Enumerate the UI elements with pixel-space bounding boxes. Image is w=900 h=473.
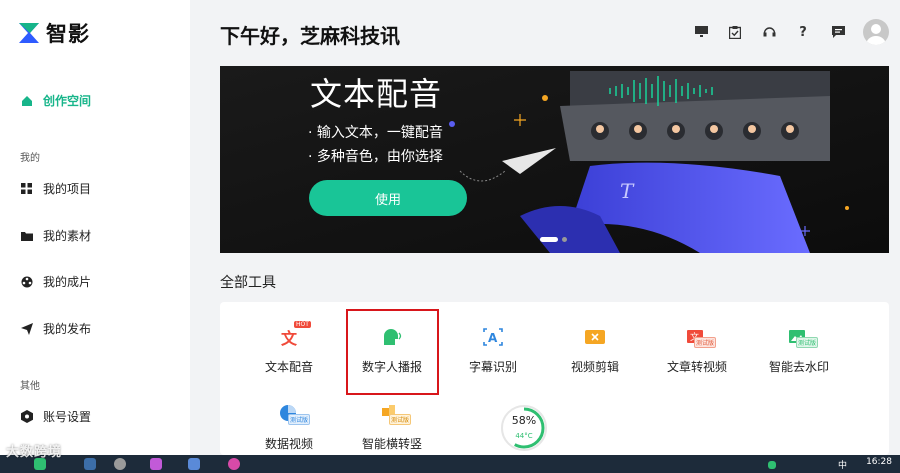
sidebar-item-label: 我的成片 [43, 275, 92, 289]
performance-gauge-widget[interactable]: 58% 44°C [500, 404, 548, 452]
sidebar-item-label: 我的项目 [43, 182, 92, 196]
folder-icon [20, 229, 33, 242]
landscape-to-portrait-icon: 测试版 [377, 401, 412, 427]
banner-feature-1: · 输入文本，一键配音 [308, 125, 443, 141]
tool-subtitle-recognition[interactable]: A 字幕识别 [448, 324, 538, 375]
banner-carousel-dots[interactable] [540, 237, 567, 242]
tray-icon[interactable] [768, 461, 776, 469]
message-icon[interactable] [830, 24, 846, 40]
send-icon [20, 322, 33, 335]
hot-badge: HOT [294, 321, 311, 328]
tool-label: 数据视频 [264, 437, 313, 451]
banner-title: 文本配音 [310, 75, 443, 113]
tool-text-voice[interactable]: 文 HOT 文本配音 [244, 321, 334, 375]
banner-use-button[interactable]: 使用 [309, 180, 467, 216]
home-icon [20, 94, 33, 107]
tool-article-to-video[interactable]: 文 测试版 文章转视频 [652, 324, 742, 375]
clipboard-icon[interactable] [727, 24, 743, 40]
app-logo[interactable]: 智影 [18, 18, 90, 48]
watermark: 大数跨境 [6, 445, 63, 460]
beta-badge: 测试版 [288, 414, 311, 425]
carousel-dot[interactable] [562, 237, 567, 242]
sidebar-item-label: 我的素材 [43, 229, 92, 243]
app-taskbar-icon-3[interactable] [188, 458, 200, 470]
app-name: 智影 [46, 22, 90, 46]
browser-taskbar-icon[interactable] [228, 458, 240, 470]
sidebar-item-label: 我的发布 [43, 322, 92, 336]
tool-label: 文章转视频 [666, 360, 727, 374]
tools-section-title: 全部工具 [220, 275, 276, 291]
highlight-annotation-box [346, 309, 439, 395]
banner-feature-2: · 多种音色，由你选择 [308, 149, 443, 165]
sidebar-item-create-space[interactable]: 创作空间 [20, 92, 91, 109]
film-reel-icon [20, 275, 33, 288]
taskbar-clock: 16:28 [866, 457, 892, 467]
tool-data-video[interactable]: 测试版 数据视频 [244, 401, 334, 452]
folder-taskbar-icon[interactable] [84, 458, 96, 470]
text-voice-icon: 文 HOT [280, 321, 311, 348]
gauge-percent: 58% [511, 414, 537, 427]
sidebar: 智影 创作空间 我的 我的项目 我的素材 我的成片 我的发布 其他 账号设置 [0, 0, 190, 455]
app-taskbar-icon[interactable] [114, 458, 126, 470]
section-label-mine: 我的 [20, 153, 40, 164]
zhiying-logo-icon [18, 21, 40, 45]
avatar[interactable] [863, 19, 889, 45]
tool-video-edit[interactable]: 视频剪辑 [550, 324, 640, 375]
header: 下午好，芝麻科技讯 ? [190, 0, 900, 64]
remove-watermark-icon: 测试版 [784, 324, 819, 350]
tool-label: 视频剪辑 [570, 360, 619, 374]
video-edit-icon [580, 324, 610, 350]
data-video-icon: 测试版 [274, 401, 311, 427]
subtitle-recognition-icon: A [478, 324, 508, 350]
tool-landscape-to-portrait[interactable]: 测试版 智能横转竖 [347, 401, 437, 452]
sidebar-item-label: 创作空间 [43, 94, 92, 108]
article-to-video-icon: 文 测试版 [682, 324, 717, 350]
tool-label: 文本配音 [264, 360, 313, 374]
sidebar-item-my-publish[interactable]: 我的发布 [20, 320, 91, 337]
sidebar-item-label: 账号设置 [43, 410, 92, 424]
tool-label: 智能去水印 [768, 360, 829, 374]
svg-text:T: T [620, 179, 635, 203]
sidebar-item-account-settings[interactable]: 账号设置 [20, 408, 91, 425]
beta-badge: 测试版 [389, 414, 412, 425]
gauge-temperature: 44°C [515, 432, 533, 440]
app-taskbar-icon-2[interactable] [150, 458, 162, 470]
os-taskbar: 中 16:28 [0, 455, 900, 473]
sidebar-item-my-films[interactable]: 我的成片 [20, 273, 91, 290]
page-greeting: 下午好，芝麻科技讯 [220, 24, 400, 48]
tool-label: 智能横转竖 [361, 437, 422, 451]
section-label-other: 其他 [20, 381, 40, 392]
hexagon-gear-icon [20, 410, 33, 423]
monitor-icon[interactable] [693, 24, 709, 40]
carousel-dot-active[interactable] [540, 237, 558, 242]
promo-banner[interactable]: T 文本配音 · 输入文本，一键配音 · 多种音色，由你选择 使用 [220, 66, 889, 253]
beta-badge: 测试版 [694, 337, 717, 348]
grid-icon [20, 182, 33, 195]
sidebar-item-my-materials[interactable]: 我的素材 [20, 227, 91, 244]
sidebar-item-my-projects[interactable]: 我的项目 [20, 180, 91, 197]
svg-text:A: A [488, 331, 498, 345]
ime-indicator[interactable]: 中 [838, 458, 847, 471]
tool-label: 字幕识别 [468, 360, 517, 374]
headset-icon[interactable] [761, 24, 777, 40]
tool-remove-watermark[interactable]: 测试版 智能去水印 [754, 324, 844, 375]
beta-badge: 测试版 [796, 337, 819, 348]
help-icon[interactable]: ? [795, 24, 811, 40]
